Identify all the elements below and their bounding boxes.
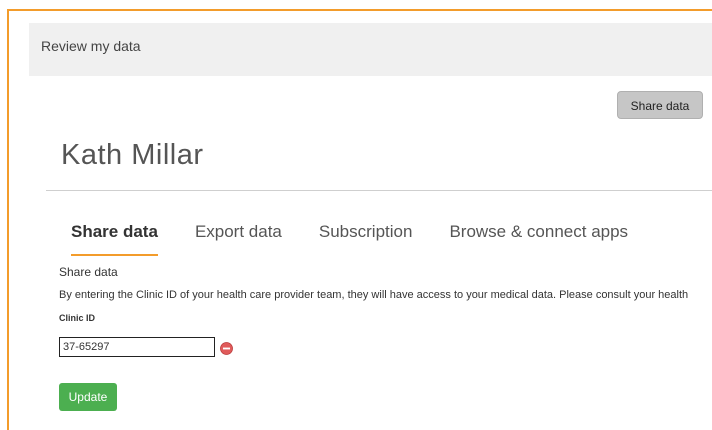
tab-share-data[interactable]: Share data — [71, 222, 158, 256]
share-description: By entering the Clinic ID of your health… — [59, 289, 689, 301]
clinic-id-input[interactable] — [59, 337, 215, 357]
page-header: Review my data — [29, 23, 712, 76]
tab-bar: Share data Export data Subscription Brow… — [71, 222, 665, 256]
remove-circle-icon[interactable] — [220, 342, 233, 355]
tab-export-data[interactable]: Export data — [195, 222, 282, 256]
app-frame: Review my data Share data Kath Millar Sh… — [7, 9, 712, 430]
user-name: Kath Millar — [61, 139, 204, 171]
tab-browse-connect-apps[interactable]: Browse & connect apps — [449, 222, 628, 256]
page-title: Review my data — [41, 38, 141, 54]
share-data-button[interactable]: Share data — [617, 91, 703, 119]
update-button[interactable]: Update — [59, 383, 117, 411]
divider — [46, 190, 712, 191]
tab-subscription[interactable]: Subscription — [319, 222, 413, 256]
clinic-id-label: Clinic ID — [59, 313, 96, 323]
section-title: Share data — [59, 265, 118, 279]
